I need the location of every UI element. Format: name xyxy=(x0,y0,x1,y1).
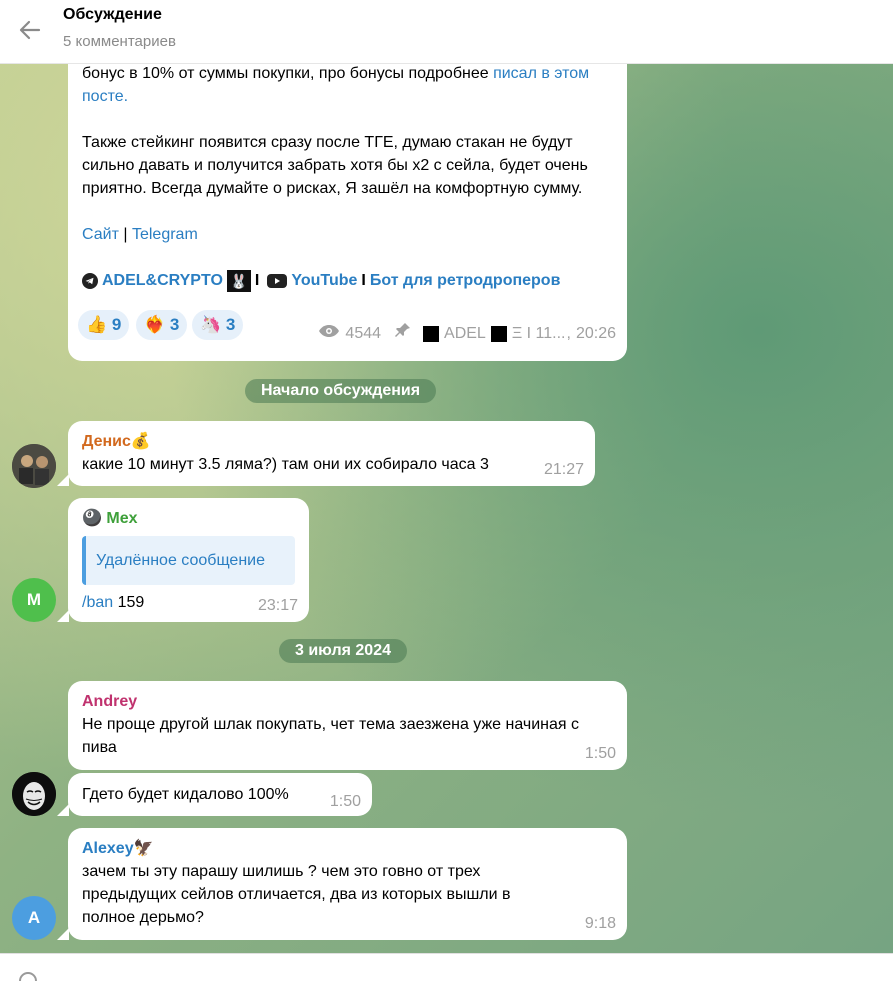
reaction-unicorn[interactable]: 🦄 3 xyxy=(192,310,244,340)
avatar[interactable] xyxy=(12,772,56,816)
bag-emoji-icon: 💰 xyxy=(130,433,151,450)
coat-of-arms-icon: 🦅 xyxy=(133,840,154,857)
pin-icon xyxy=(394,321,412,346)
sender-name[interactable]: Alexey🦅 xyxy=(82,837,613,860)
post-author-tail: Ξ I 11... xyxy=(511,325,566,342)
ban-command[interactable]: /ban xyxy=(82,594,113,611)
site-link[interactable]: Сайт xyxy=(82,226,119,243)
message-bubble: 🎱 Mex Удалённое сообщение /ban 159 23:17 xyxy=(68,498,309,622)
black-square-icon xyxy=(423,325,440,342)
message-composer[interactable] xyxy=(0,953,893,982)
message-time: 1:50 xyxy=(584,745,616,762)
message-text: Не проще другой шлак покупать, чет тема … xyxy=(82,716,580,756)
message-text: Гдето будет кидалово 100% xyxy=(82,786,289,803)
channel-post: бонус в 10% от суммы покупки, про бонусы… xyxy=(68,64,627,361)
telegram-icon xyxy=(82,272,98,289)
chat-area[interactable]: бонус в 10% от суммы покупки, про бонусы… xyxy=(0,64,893,953)
post-links-line: Сайт | Telegram xyxy=(82,223,613,246)
separator: | xyxy=(123,226,128,243)
billiard-ball-icon: 🎱 xyxy=(82,510,102,527)
view-count: 4544 xyxy=(345,325,382,342)
telegram-link[interactable]: Telegram xyxy=(132,226,198,243)
chat-header: Обсуждение 5 комментариев xyxy=(0,0,893,64)
post-text-2: Также стейкинг появится сразу после ТГЕ,… xyxy=(82,134,588,197)
black-square-icon xyxy=(490,325,507,342)
discussion-start-badge: Начало обсуждения xyxy=(245,379,437,403)
post-time: 20:26 xyxy=(575,325,616,342)
message-text: какие 10 минут 3.5 ляма?) там они их соб… xyxy=(82,456,489,473)
reaction-thumbs-up[interactable]: 👍 9 xyxy=(78,310,130,340)
message-bubble: Alexey🦅 зачем ты эту парашу шилишь ? чем… xyxy=(68,828,627,940)
sender-name[interactable]: 🎱 Mex xyxy=(82,507,295,530)
message-time: 1:50 xyxy=(329,793,361,810)
chat-title: Обсуждение xyxy=(63,6,162,23)
separator-3: I xyxy=(361,272,366,289)
attach-icon[interactable] xyxy=(16,968,40,986)
youtube-icon xyxy=(267,273,288,288)
eye-icon xyxy=(318,322,340,345)
sender-name[interactable]: Денис💰 xyxy=(82,430,581,453)
message-bubble: Денис💰 какие 10 минут 3.5 ляма?) там они… xyxy=(68,421,595,486)
avatar[interactable]: A xyxy=(12,896,56,940)
channel-link[interactable]: ADEL&CRYPTO xyxy=(102,269,223,292)
message-time: 21:27 xyxy=(543,461,584,478)
avatar[interactable] xyxy=(12,444,56,488)
message-time: 9:18 xyxy=(584,915,616,932)
comment-count: 5 комментариев xyxy=(63,33,176,50)
message-bubble: Гдето будет кидалово 100% 1:50 xyxy=(68,773,372,816)
post-meta: 4544 ADEL Ξ I 11..., 20:26 xyxy=(318,321,616,346)
reaction-heart-fire[interactable]: ❤️‍🔥 3 xyxy=(136,310,188,340)
post-author: ADEL xyxy=(444,325,486,342)
reply-quote[interactable]: Удалённое сообщение xyxy=(82,536,295,585)
message-bubble: Andrey Не проще другой шлак покупать, че… xyxy=(68,681,627,770)
sender-name[interactable]: Andrey xyxy=(82,690,613,713)
date-badge: 3 июля 2024 xyxy=(279,639,407,663)
avatar[interactable]: M xyxy=(12,578,56,622)
bunny-icon: 🐰 xyxy=(226,269,251,292)
back-arrow-icon[interactable] xyxy=(14,14,46,46)
youtube-link[interactable]: YouTube xyxy=(291,269,357,292)
deleted-message-label: Удалённое сообщение xyxy=(96,552,265,569)
separator-2: I xyxy=(254,272,260,289)
message-time: 23:17 xyxy=(257,597,298,614)
post-text-1: бонус в 10% от суммы покупки, про бонусы… xyxy=(82,65,590,105)
message-text: зачем ты эту парашу шилишь ? чем это гов… xyxy=(82,863,511,926)
bot-link[interactable]: Бот для ретродроперов xyxy=(370,269,561,292)
post-channels-line: ADEL&CRYPTO 🐰 I YouTube I Бот для ретрод… xyxy=(82,269,613,292)
